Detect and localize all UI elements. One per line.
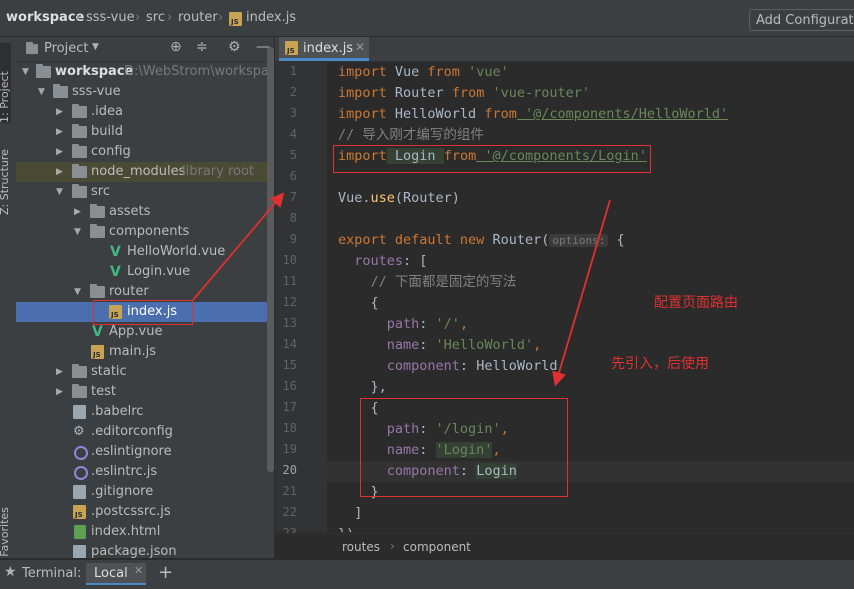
annotation-import-then-use: 先引入，后使用 bbox=[611, 356, 709, 372]
arrow-index-to-editor bbox=[192, 192, 285, 301]
arrow-import-to-route bbox=[552, 199, 611, 387]
annotation-configure-routes: 配置页面路由 bbox=[654, 295, 738, 311]
